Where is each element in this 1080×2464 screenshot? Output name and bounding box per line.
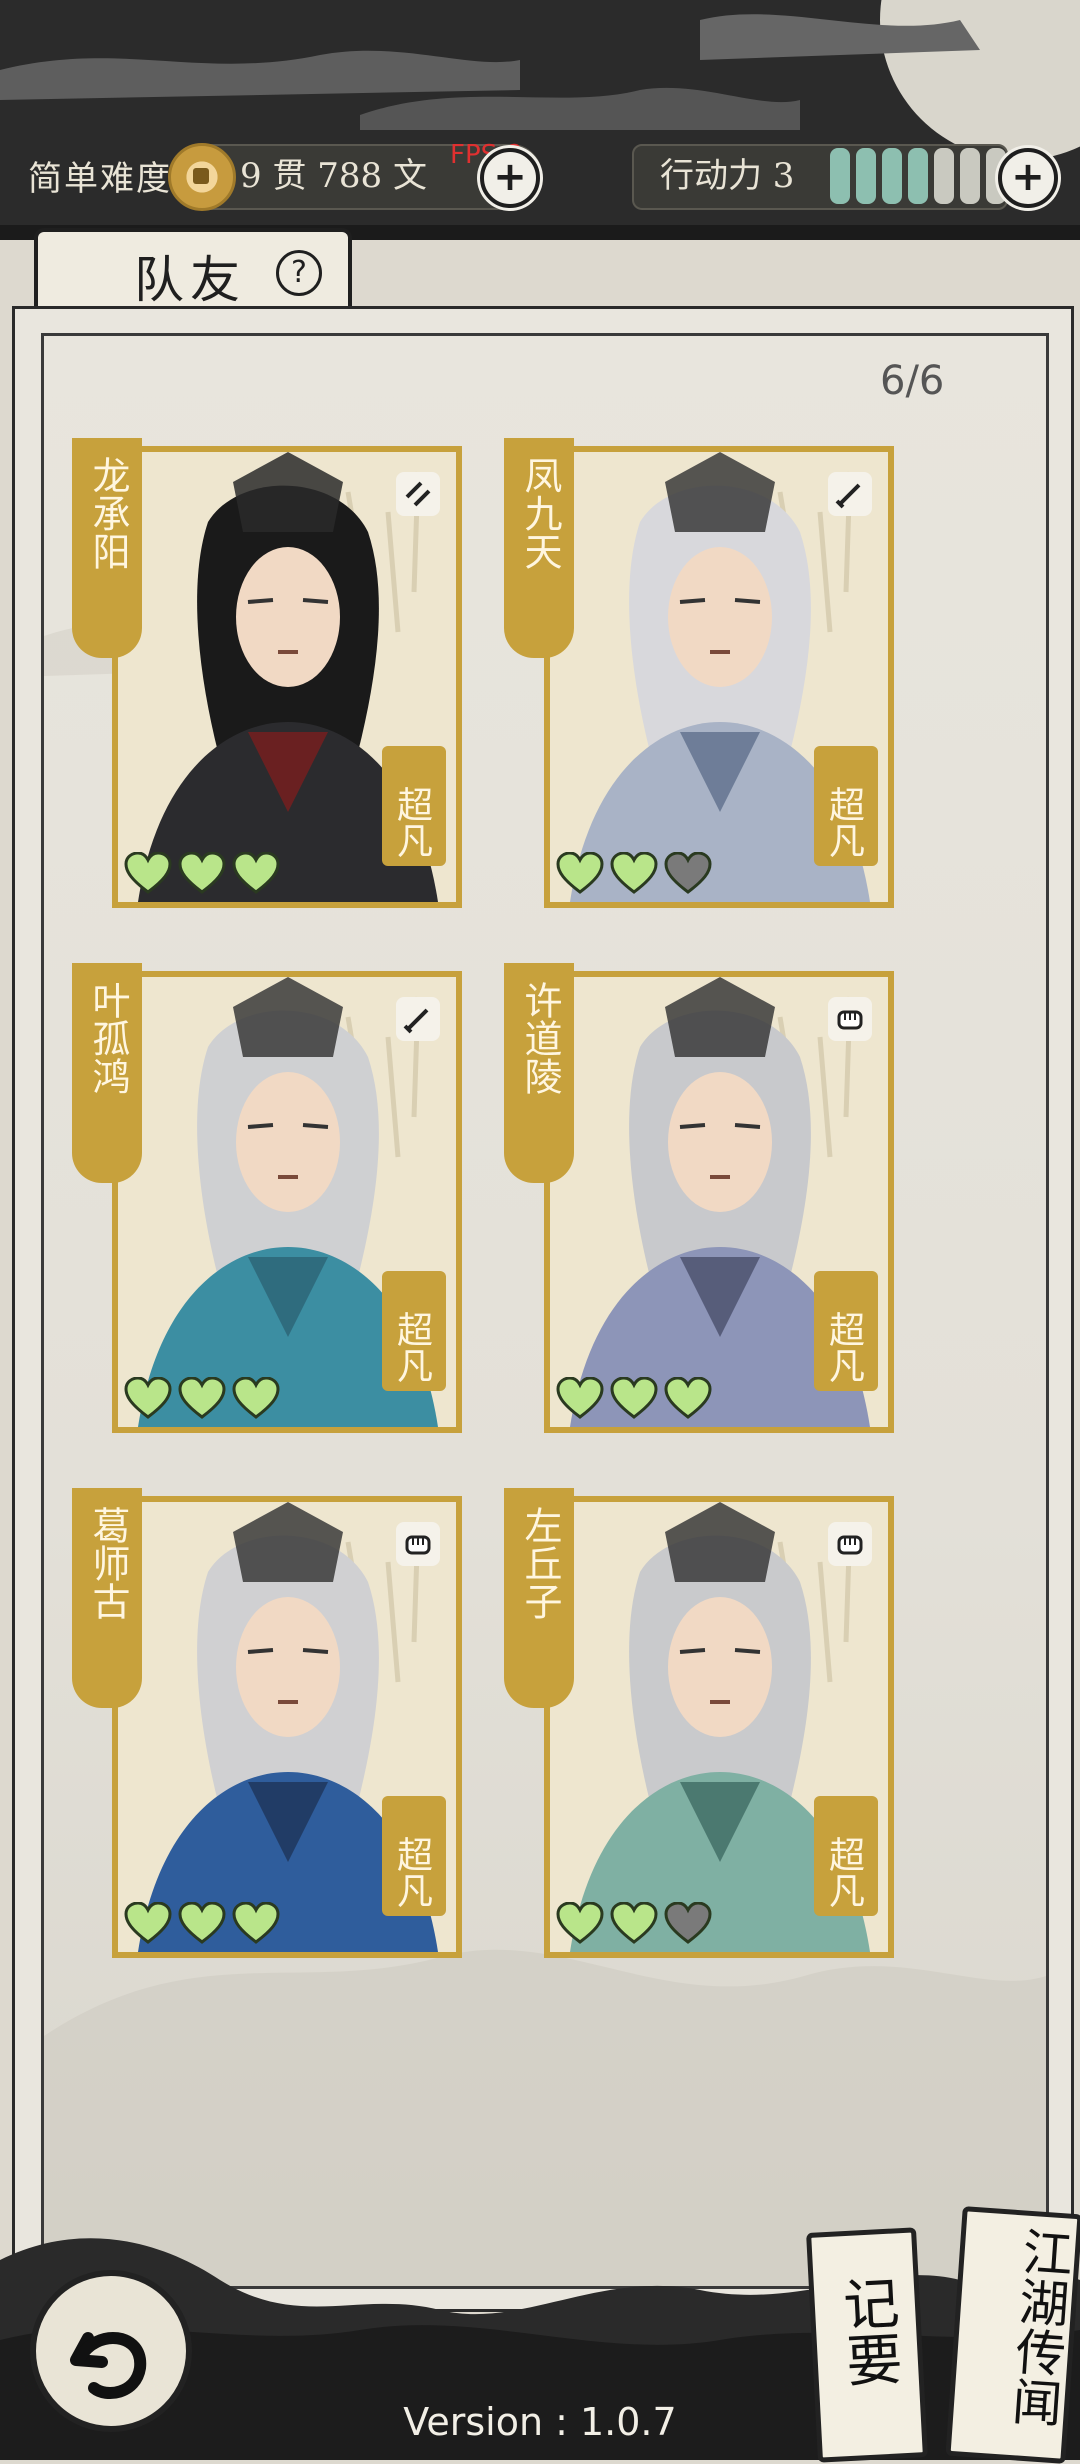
fist-icon (828, 997, 872, 1041)
heart-filled-icon (610, 1901, 658, 1950)
heart-filled-icon (124, 1901, 172, 1950)
heart-filled-icon (556, 851, 604, 900)
teammate-rank: 超凡 (391, 1836, 432, 1908)
heart-filled-icon (232, 851, 280, 900)
teammate-rank: 超凡 (823, 1836, 864, 1908)
currency-amount: 9 贯 788 文 (240, 156, 427, 196)
heart-filled-icon (232, 1901, 280, 1950)
sword-icon (396, 997, 440, 1041)
favor-hearts (556, 1901, 712, 1950)
teammate-card[interactable]: 超凡 许道陵 (504, 963, 894, 1433)
teammate-name: 龙承阳 (86, 456, 130, 570)
teammate-card[interactable]: 超凡 叶孤鸿 (72, 963, 462, 1433)
team-count: 6/6 (880, 358, 945, 404)
teammate-portrait-frame: 超凡 (112, 1496, 462, 1958)
heart-filled-icon (556, 1376, 604, 1425)
action-points-label: 行动力 3 (660, 156, 795, 196)
favor-hearts (124, 1901, 280, 1950)
heart-filled-icon (178, 1376, 226, 1425)
heart-filled-icon (610, 851, 658, 900)
teammate-name: 左丘子 (518, 1506, 562, 1620)
stamina-segment-filled (856, 148, 876, 204)
help-icon[interactable]: ? (276, 250, 322, 296)
heart-empty-icon (664, 851, 712, 900)
favor-hearts (556, 851, 712, 900)
heart-filled-icon (556, 1901, 604, 1950)
teammate-rank: 超凡 (823, 1311, 864, 1383)
teammate-card[interactable]: 超凡 葛师古 (72, 1488, 462, 1958)
sword-icon (828, 472, 872, 516)
teammate-portrait-frame: 超凡 (544, 971, 894, 1433)
add-action-points-button[interactable]: + (998, 148, 1058, 208)
difficulty-label: 简单难度 (28, 158, 172, 199)
double-blade-icon (396, 472, 440, 516)
teammate-name: 葛师古 (86, 1506, 130, 1620)
favor-hearts (124, 851, 280, 900)
heart-empty-icon (664, 1901, 712, 1950)
heart-filled-icon (232, 1376, 280, 1425)
heart-filled-icon (178, 851, 226, 900)
add-currency-button[interactable]: + (480, 148, 540, 208)
teammate-name: 许道陵 (518, 981, 562, 1095)
heart-filled-icon (664, 1376, 712, 1425)
heart-filled-icon (610, 1376, 658, 1425)
rumors-button-label: 江湖传闻 (1002, 2224, 1075, 2429)
heart-filled-icon (124, 851, 172, 900)
stamina-segment-empty (960, 148, 980, 204)
teammate-card[interactable]: 超凡 龙承阳 (72, 438, 462, 908)
teammate-name: 叶孤鸿 (86, 981, 130, 1095)
teammate-rank: 超凡 (391, 786, 432, 858)
stamina-segment-filled (830, 148, 850, 204)
stamina-segment-filled (908, 148, 928, 204)
heart-filled-icon (178, 1901, 226, 1950)
teammate-rank: 超凡 (823, 786, 864, 858)
teammate-portrait-frame: 超凡 (544, 1496, 894, 1958)
heart-filled-icon (124, 1376, 172, 1425)
action-points-meter (830, 148, 1006, 204)
notes-button-label: 记要 (832, 2273, 904, 2389)
stamina-segment-filled (882, 148, 902, 204)
teammate-name: 凤九天 (518, 456, 562, 570)
fist-icon (828, 1522, 872, 1566)
teammate-card[interactable]: 超凡 左丘子 (504, 1488, 894, 1958)
teammate-portrait-frame: 超凡 (112, 971, 462, 1433)
rumors-button[interactable]: 江湖传闻 (945, 2206, 1080, 2464)
tab-teammates-label: 队友 (134, 251, 246, 309)
favor-hearts (556, 1376, 712, 1425)
favor-hearts (124, 1376, 280, 1425)
fist-icon (396, 1522, 440, 1566)
teammate-rank: 超凡 (391, 1311, 432, 1383)
teammate-portrait-frame: 超凡 (112, 446, 462, 908)
tab-teammates[interactable]: 队友 ? (34, 228, 352, 312)
teammate-card[interactable]: 超凡 凤九天 (504, 438, 894, 908)
stamina-segment-empty (934, 148, 954, 204)
notes-button[interactable]: 记要 (806, 2227, 928, 2463)
coin-icon (168, 143, 236, 211)
teammate-portrait-frame: 超凡 (544, 446, 894, 908)
